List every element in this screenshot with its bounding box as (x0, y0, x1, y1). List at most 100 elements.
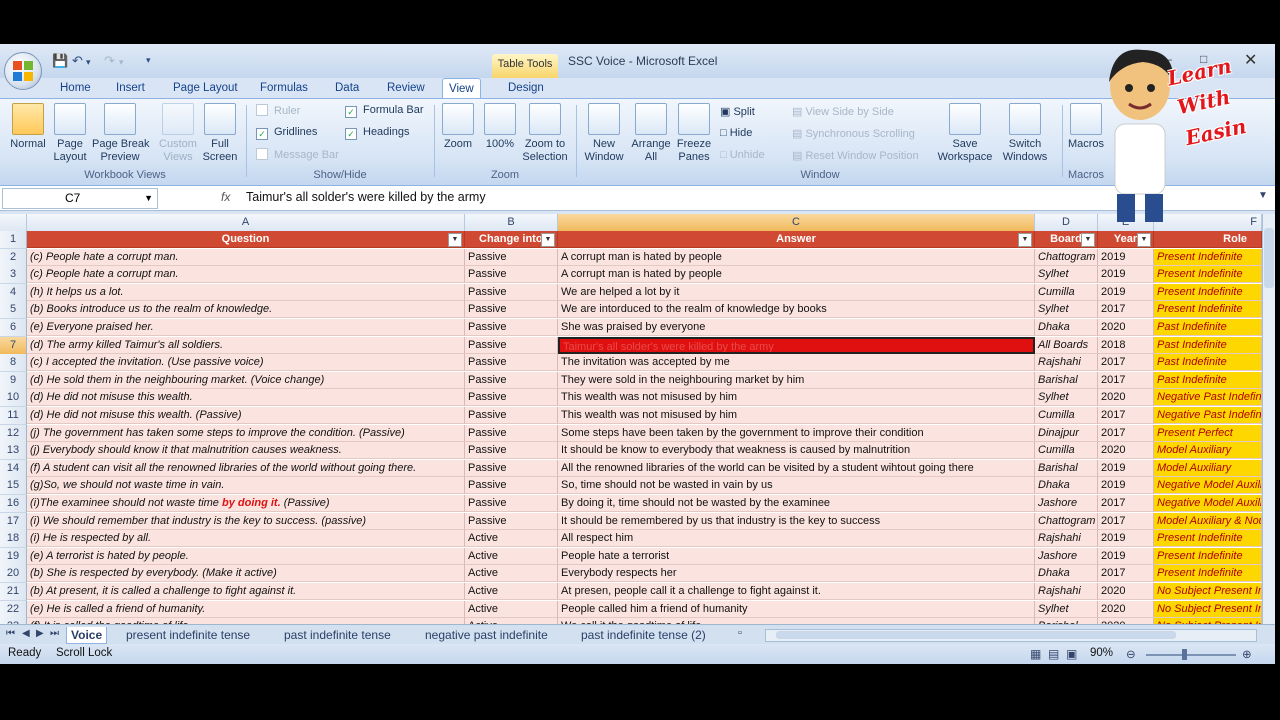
year-cell[interactable]: 2019 (1098, 547, 1154, 565)
question-cell[interactable]: (b) Books introduce us to the realm of k… (27, 301, 465, 319)
role-cell[interactable]: No Subject Present Indefinite (1154, 600, 1262, 618)
save-icon[interactable]: 💾 (52, 53, 68, 69)
answer-cell[interactable]: We are helped a lot by it (558, 283, 1035, 301)
row-number[interactable]: 13 (0, 442, 27, 461)
name-box[interactable]: C7 ▼ (2, 188, 158, 209)
board-cell[interactable]: Jashore (1035, 547, 1098, 565)
zoom-level[interactable]: 90% (1090, 647, 1113, 659)
question-cell[interactable]: (d) The army killed Taimur's all soldier… (27, 336, 465, 354)
row-number[interactable]: 12 (0, 424, 27, 443)
horizontal-scroll-thumb[interactable] (776, 631, 1176, 639)
row-number[interactable]: 2 (0, 248, 27, 267)
tab-view[interactable]: View (442, 78, 481, 99)
answer-cell[interactable]: At presen, people call it a challenge to… (558, 583, 1035, 600)
board-cell[interactable]: Sylhet (1035, 600, 1098, 618)
answer-cell[interactable]: So, time should not be wasted in vain by… (558, 477, 1035, 495)
board-cell[interactable]: Sylhet (1035, 301, 1098, 319)
board-cell[interactable]: Dhaka (1035, 565, 1098, 583)
row-number[interactable]: 15 (0, 477, 27, 496)
question-cell[interactable]: (b) At present, it is called a challenge… (27, 583, 465, 600)
year-cell[interactable]: 2017 (1098, 495, 1154, 512)
sheet-tab-present-indefinite[interactable]: present indefinite tense (126, 627, 250, 643)
question-cell[interactable]: (i) We should remember that industry is … (27, 512, 465, 530)
role-cell[interactable]: Present Perfect (1154, 424, 1262, 442)
answer-cell[interactable]: People hate a terrorist (558, 547, 1035, 565)
role-cell[interactable]: Present Indefinite (1154, 248, 1262, 266)
gridlines-checkbox[interactable]: ✓ Gridlines (256, 126, 317, 140)
prev-sheet-icon[interactable]: ◀ (22, 628, 30, 639)
row-number[interactable]: 3 (0, 266, 27, 285)
zoom-in-icon[interactable]: ⊕ (1242, 647, 1252, 661)
row-number[interactable]: 8 (0, 354, 27, 373)
role-cell[interactable]: Negative Past Indefinite (1154, 389, 1262, 407)
question-cell[interactable]: (d) He did not misuse this wealth. (27, 389, 465, 407)
synchronous-scrolling-button[interactable]: ▤ Synchronous Scrolling (792, 127, 915, 140)
answer-cell[interactable]: The invitation was accepted by me (558, 354, 1035, 372)
chevron-down-icon[interactable]: ▼ (144, 189, 153, 208)
question-cell[interactable]: (e) He is called a friend of humanity. (27, 600, 465, 618)
tab-formulas[interactable]: Formulas (260, 78, 308, 98)
column-header-a[interactable]: A (27, 214, 465, 231)
board-cell[interactable]: Chattogram (1035, 512, 1098, 530)
answer-cell[interactable]: A corrupt man is hated by people (558, 248, 1035, 266)
year-cell[interactable]: 2019 (1098, 266, 1154, 284)
change-into-cell[interactable]: Active (465, 530, 558, 548)
year-cell[interactable]: 2020 (1098, 600, 1154, 618)
sheet-tab-voice[interactable]: Voice (66, 627, 108, 644)
role-cell[interactable]: Present Indefinite (1154, 301, 1262, 319)
arrange-all-button[interactable]: Arrange All (628, 103, 674, 164)
change-into-cell[interactable]: Passive (465, 283, 558, 301)
horizontal-scrollbar[interactable] (765, 629, 1257, 642)
filter-dropdown-icon[interactable]: ▼ (1137, 233, 1151, 247)
row-number[interactable]: 6 (0, 319, 27, 337)
role-cell[interactable]: Negative Model Auxiliary (1154, 477, 1262, 495)
question-cell[interactable]: (d) He did not misuse this wealth. (Pass… (27, 407, 465, 424)
row-number[interactable]: 10 (0, 389, 27, 408)
zoom-button[interactable]: Zoom (440, 103, 476, 151)
year-cell[interactable]: 2018 (1098, 336, 1154, 354)
row-number[interactable]: 22 (0, 600, 27, 619)
answer-cell[interactable]: By doing it, time should not be wasted b… (558, 495, 1035, 512)
header-change-into[interactable]: Change into ▼ (465, 231, 558, 248)
role-cell[interactable]: Present Indefinite (1154, 266, 1262, 284)
year-cell[interactable]: 2017 (1098, 424, 1154, 442)
zoom-slider-thumb[interactable] (1182, 649, 1187, 660)
normal-view-button[interactable]: Normal (8, 103, 48, 151)
row-number[interactable]: 5 (0, 301, 27, 320)
full-screen-button[interactable]: Full Screen (200, 103, 240, 164)
zoom-slider[interactable] (1146, 649, 1236, 660)
role-cell[interactable]: Past Indefinite (1154, 319, 1262, 336)
role-cell[interactable]: No Subject Present Indefinite (1154, 583, 1262, 600)
vertical-scroll-thumb[interactable] (1264, 228, 1274, 288)
question-cell[interactable]: (c) People hate a corrupt man. (27, 248, 465, 266)
board-cell[interactable]: Barishal (1035, 459, 1098, 477)
first-sheet-icon[interactable]: ⏮ (6, 628, 15, 639)
board-cell[interactable]: Dhaka (1035, 319, 1098, 336)
formula-input[interactable]: Taimur's all solder's were killed by the… (246, 190, 486, 204)
change-into-cell[interactable]: Passive (465, 477, 558, 495)
board-cell[interactable]: Rajshahi (1035, 530, 1098, 548)
role-cell[interactable]: Past Indefinite (1154, 371, 1262, 389)
role-cell[interactable]: Model Auxiliary (1154, 442, 1262, 460)
change-into-cell[interactable]: Passive (465, 336, 558, 354)
change-into-cell[interactable]: Passive (465, 301, 558, 319)
role-cell[interactable]: Present Indefinite (1154, 547, 1262, 565)
change-into-cell[interactable]: Passive (465, 389, 558, 407)
change-into-cell[interactable]: Passive (465, 266, 558, 284)
row-number[interactable]: 20 (0, 565, 27, 584)
change-into-cell[interactable]: Passive (465, 407, 558, 424)
answer-cell[interactable]: All respect him (558, 530, 1035, 548)
change-into-cell[interactable]: Passive (465, 319, 558, 336)
year-cell[interactable]: 2019 (1098, 530, 1154, 548)
zoom-100-button[interactable]: 100% (482, 103, 518, 151)
tab-review[interactable]: Review (387, 78, 425, 98)
board-cell[interactable]: Barishal (1035, 371, 1098, 389)
year-cell[interactable]: 2019 (1098, 459, 1154, 477)
row-number[interactable]: 11 (0, 407, 27, 425)
board-cell[interactable]: Rajshahi (1035, 583, 1098, 600)
normal-view-icon[interactable]: ▦ (1030, 647, 1041, 661)
last-sheet-icon[interactable]: ⏭ (50, 628, 59, 639)
answer-cell[interactable]: All the renowned libraries of the world … (558, 459, 1035, 477)
role-cell[interactable]: Past Indefinite (1154, 354, 1262, 372)
board-cell[interactable]: Sylhet (1035, 389, 1098, 407)
